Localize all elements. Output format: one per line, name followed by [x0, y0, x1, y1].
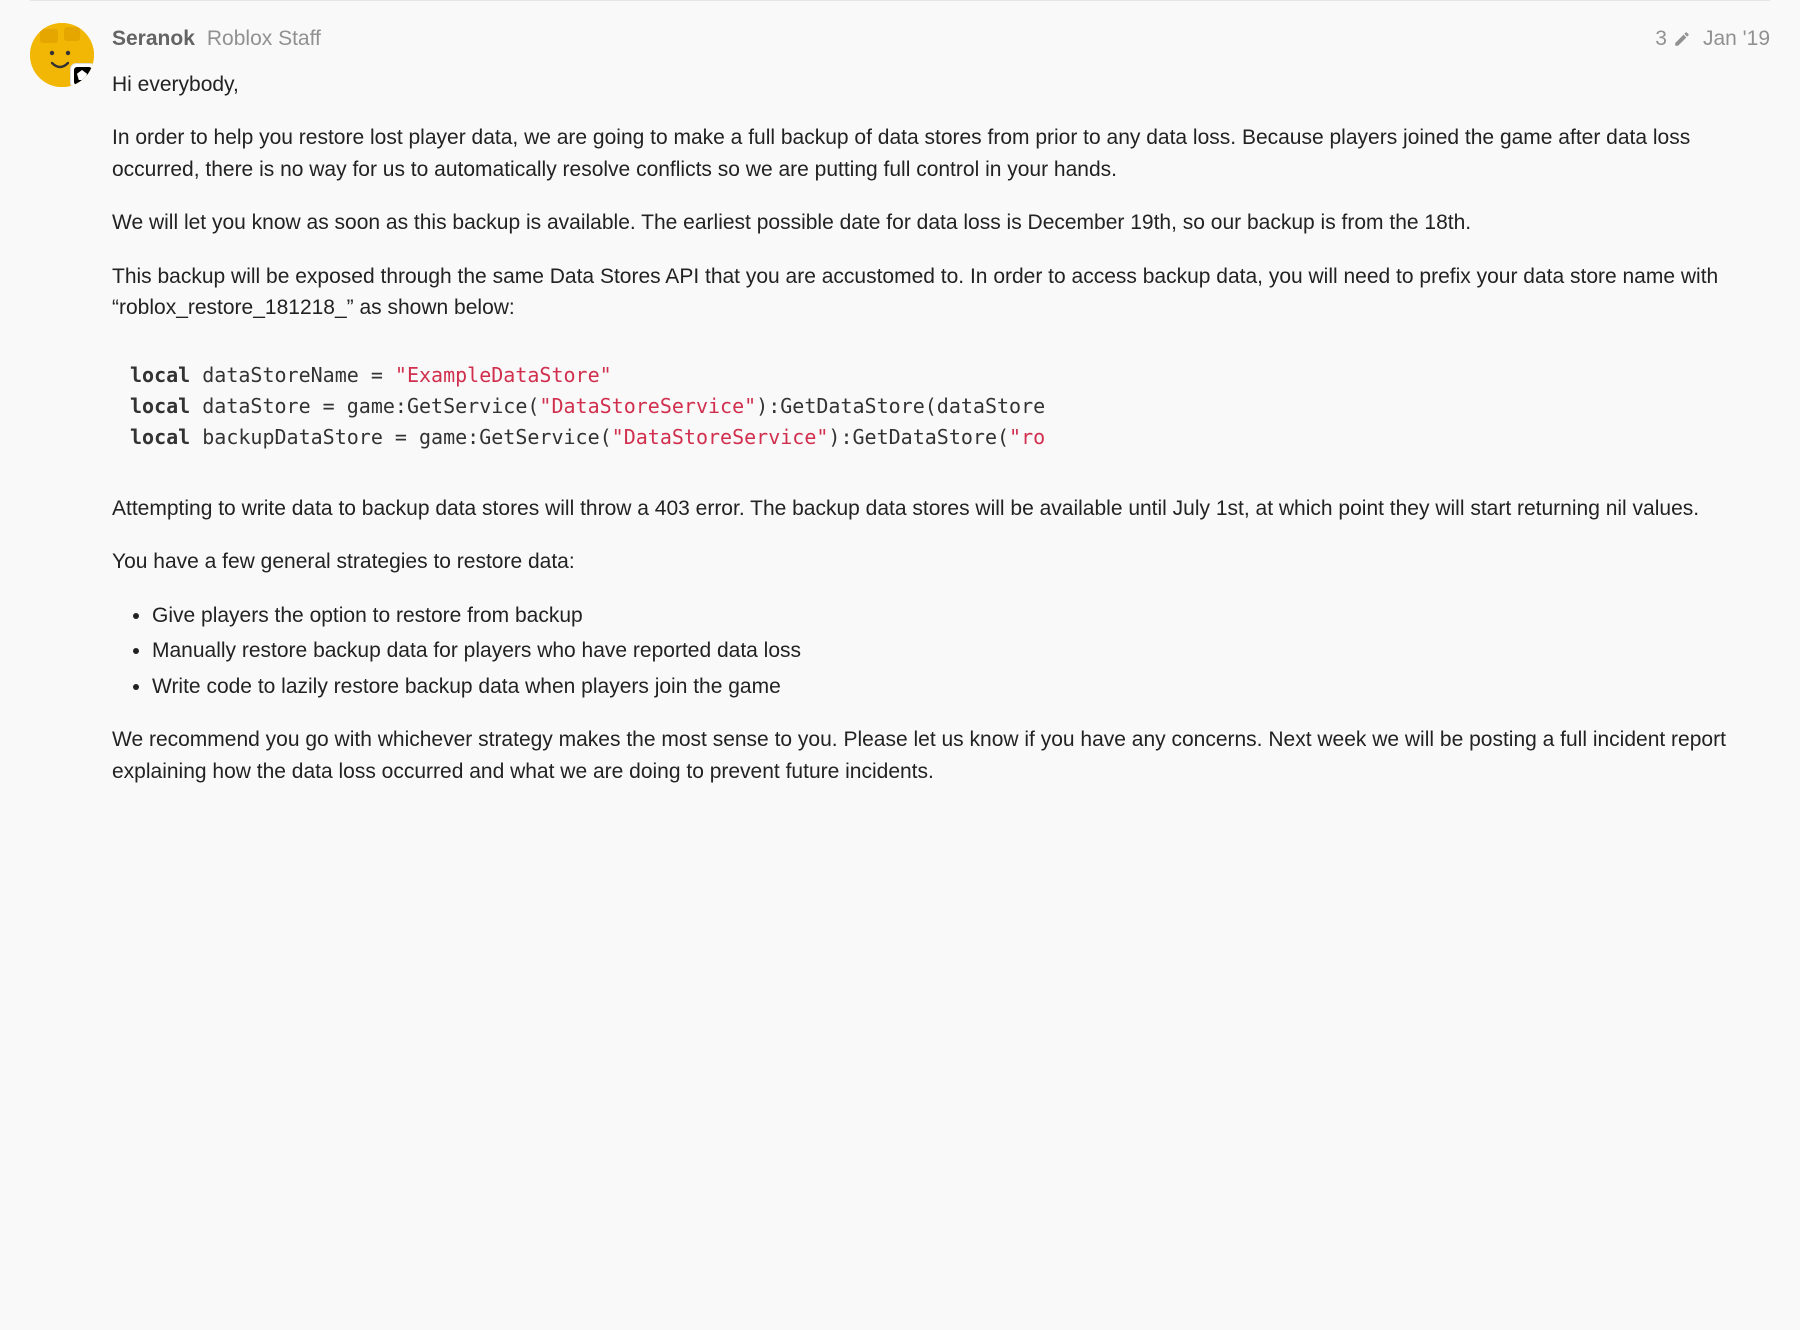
- list-item: Manually restore backup data for players…: [152, 635, 1770, 667]
- paragraph: We will let you know as soon as this bac…: [112, 207, 1770, 239]
- edit-count: 3: [1655, 23, 1667, 55]
- avatar-badge: [70, 63, 94, 87]
- paragraph: You have a few general strategies to res…: [112, 546, 1770, 578]
- post-body: Hi everybody, In order to help you resto…: [112, 69, 1770, 788]
- post-header: Seranok Roblox Staff 3 Jan '19: [112, 23, 1770, 55]
- post-content: Seranok Roblox Staff 3 Jan '19 Hi everyb…: [112, 23, 1770, 809]
- paragraph: Attempting to write data to backup data …: [112, 493, 1770, 525]
- author-name[interactable]: Seranok: [112, 23, 195, 55]
- forum-post: Seranok Roblox Staff 3 Jan '19 Hi everyb…: [30, 0, 1770, 809]
- pencil-icon: [1673, 30, 1691, 48]
- paragraph: Hi everybody,: [112, 69, 1770, 101]
- list-item: Give players the option to restore from …: [152, 600, 1770, 632]
- post-date[interactable]: Jan '19: [1703, 23, 1770, 55]
- strategy-list: Give players the option to restore from …: [152, 600, 1770, 703]
- author-role: Roblox Staff: [207, 23, 321, 55]
- paragraph: We recommend you go with whichever strat…: [112, 724, 1770, 787]
- code-block[interactable]: local dataStoreName = "ExampleDataStore"…: [112, 346, 1770, 467]
- paragraph: In order to help you restore lost player…: [112, 122, 1770, 185]
- avatar[interactable]: [30, 23, 94, 87]
- list-item: Write code to lazily restore backup data…: [152, 671, 1770, 703]
- paragraph: This backup will be exposed through the …: [112, 261, 1770, 324]
- roblox-logo-icon: [74, 67, 92, 85]
- avatar-column: [30, 23, 94, 809]
- edit-indicator[interactable]: 3: [1655, 23, 1691, 55]
